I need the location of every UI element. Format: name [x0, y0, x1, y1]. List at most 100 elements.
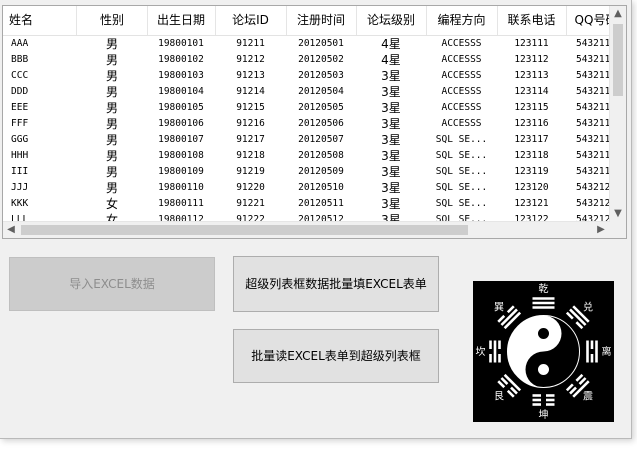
table-row[interactable]: AAA 男 19800101 91211 20120501 4星 ACCESSS 123111…	[3, 36, 610, 52]
table-cell: 123120	[514, 182, 549, 193]
table-cell: 3星	[381, 133, 401, 147]
column-header[interactable]: 编程方向	[426, 6, 498, 35]
vertical-scrollbar[interactable]: ▲ ▼	[609, 6, 626, 222]
table-row[interactable]: JJJ 男 19800110 91220 20120510 3星 SQL SE... 1231…	[3, 180, 610, 196]
table-cell: 20120504	[298, 86, 344, 97]
table-cell: 5432115	[575, 102, 610, 113]
table-cell: 5432120	[575, 182, 610, 193]
column-header[interactable]: 出生日期	[147, 6, 216, 35]
trigram-line	[569, 386, 577, 395]
table-cell: 91216	[236, 118, 265, 129]
table-cell: 20120507	[298, 134, 344, 145]
main-window: 姓名性别出生日期论坛ID注册时间论坛级别编程方向联系电话QQ号码 AAA 男 198…	[0, 0, 632, 439]
table-cell: 男	[105, 69, 118, 83]
table-cell: 123116	[514, 118, 549, 129]
column-header[interactable]: 联系电话	[497, 6, 567, 35]
scroll-up-icon[interactable]: ▲	[610, 6, 626, 22]
import-excel-button[interactable]: 导入EXCEL数据	[9, 257, 215, 311]
table-cell: 男	[105, 101, 118, 115]
column-header[interactable]: 论坛级别	[356, 6, 427, 35]
table-cell: BBB	[11, 54, 29, 65]
table-cell: 5432116	[575, 118, 610, 129]
table-cell: 20120503	[298, 70, 344, 81]
table-cell: 123111	[514, 38, 549, 49]
table-cell: 3星	[381, 181, 401, 195]
trigram-line	[506, 305, 515, 314]
table-cell: 123121	[514, 198, 549, 209]
table-cell: 19800108	[158, 150, 204, 161]
table-cell: 123117	[514, 134, 549, 145]
scroll-down-icon[interactable]: ▼	[610, 206, 626, 222]
scroll-corner	[610, 222, 626, 238]
table-header: 姓名性别出生日期论坛ID注册时间论坛级别编程方向联系电话QQ号码	[3, 6, 610, 36]
table-cell: GGG	[11, 134, 29, 145]
trigram-line	[565, 383, 574, 392]
column-header[interactable]: 注册时间	[286, 6, 357, 35]
table-cell: 20120505	[298, 102, 344, 113]
table-cell: 4星	[381, 37, 401, 51]
table-cell: 5432111	[575, 38, 610, 49]
trigram-label: 艮	[494, 391, 504, 403]
table-cell: 19800105	[158, 102, 204, 113]
table-row[interactable]: KKK 女 19800111 91221 20120511 3星 SQL SE... 1231…	[3, 196, 610, 212]
table-row[interactable]: HHH 男 19800108 91218 20120508 3星 SQL SE... 1231…	[3, 148, 610, 164]
table-cell: 91220	[236, 182, 265, 193]
horizontal-scrollbar[interactable]: ◀ ▶	[3, 221, 610, 238]
table-cell: SQL SE...	[435, 150, 488, 161]
table-cell: 123114	[514, 86, 549, 97]
table-cell: 91212	[236, 54, 265, 65]
table-cell: 男	[105, 37, 118, 51]
scroll-left-icon[interactable]: ◀	[3, 222, 19, 238]
vertical-scroll-thumb[interactable]	[613, 24, 623, 96]
table-cell: JJJ	[11, 182, 29, 193]
table-cell: 3星	[381, 69, 401, 83]
trigram-label: 坤	[539, 408, 549, 421]
table-row[interactable]: DDD 男 19800104 91214 20120504 3星 ACCESSS 123114…	[3, 84, 610, 100]
table-cell: ACCESSS	[441, 38, 482, 49]
table-cell: 91221	[236, 198, 265, 209]
table-cell: ACCESSS	[441, 118, 482, 129]
table-row[interactable]: GGG 男 19800107 91217 20120507 3星 SQL SE... 1231…	[3, 132, 610, 148]
trigram-label: 震	[583, 391, 593, 403]
table-cell: 19800103	[158, 70, 204, 81]
table-cell: 4星	[381, 53, 401, 67]
table-cell: SQL SE...	[435, 134, 488, 145]
horizontal-scroll-thumb[interactable]	[21, 225, 468, 235]
table-cell: 91219	[236, 166, 265, 177]
table-row[interactable]: FFF 男 19800106 91216 20120506 3星 ACCESSS 123116…	[3, 116, 610, 132]
column-header[interactable]: 姓名	[3, 6, 77, 35]
table-cell: 5432112	[575, 54, 610, 65]
batch-fill-excel-button[interactable]: 超级列表框数据批量填EXCEL表单	[233, 256, 439, 312]
table-cell: ACCESSS	[441, 86, 482, 97]
trigram-line	[575, 373, 584, 382]
table-cell: 5432121	[575, 198, 610, 209]
table-cell: CCC	[11, 70, 29, 81]
table-cell: 20120508	[298, 150, 344, 161]
table-cell: FFF	[11, 118, 29, 129]
table-cell: 3星	[381, 197, 401, 211]
table-row[interactable]: BBB 男 19800102 91212 20120502 4星 ACCESSS 123112…	[3, 52, 610, 68]
column-header[interactable]: QQ号码	[566, 6, 610, 35]
table-row[interactable]: EEE 男 19800105 91215 20120505 3星 ACCESSS 123115…	[3, 100, 610, 116]
super-list-view[interactable]: 姓名性别出生日期论坛ID注册时间论坛级别编程方向联系电话QQ号码 AAA 男 198…	[2, 5, 627, 239]
table-cell: 3星	[381, 165, 401, 179]
scroll-right-icon[interactable]: ▶	[593, 222, 609, 238]
trigram-line	[497, 314, 506, 323]
table-cell: HHH	[11, 150, 29, 161]
trigram-line	[578, 377, 587, 385]
table-cell: SQL SE...	[435, 182, 488, 193]
table-cell: 123112	[514, 54, 549, 65]
trigram-line	[565, 311, 574, 320]
table-cell: 91215	[236, 102, 265, 113]
table-cell: 19800106	[158, 118, 204, 129]
trigram-label: 乾	[539, 282, 549, 295]
table-row[interactable]: CCC 男 19800103 91213 20120503 3星 ACCESSS 123113…	[3, 68, 610, 84]
table-cell: 20120506	[298, 118, 344, 129]
table-cell: 5432113	[575, 70, 610, 81]
column-header[interactable]: 论坛ID	[215, 6, 287, 35]
table-row[interactable]: III 男 19800109 91219 20120509 3星 SQL SE... 1231…	[3, 164, 610, 180]
batch-read-excel-button[interactable]: 批量读EXCEL表单到超级列表框	[233, 329, 439, 383]
column-header[interactable]: 性别	[77, 6, 148, 35]
table-cell: 男	[105, 53, 118, 67]
table-cell: 男	[105, 149, 118, 163]
